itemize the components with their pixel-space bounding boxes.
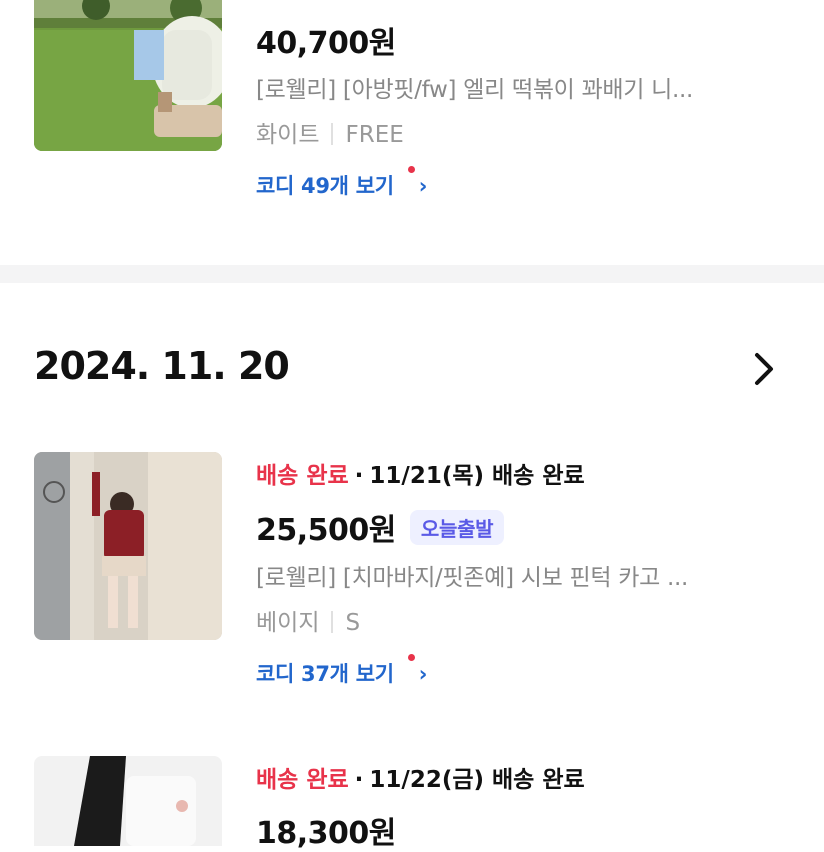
- product-thumbnail[interactable]: [34, 0, 222, 151]
- product-title[interactable]: [로웰리] [아방핏/fw] 엘리 떡볶이 꽈배기 니...: [256, 70, 693, 104]
- option-color: 베이지: [256, 610, 320, 636]
- section-divider: [0, 265, 824, 283]
- option-size: FREE: [345, 122, 404, 148]
- chevron-right-icon: ›: [418, 174, 428, 198]
- new-dot-icon: [408, 166, 415, 173]
- option-separator: [331, 123, 334, 145]
- status-label: 배송 완료: [256, 463, 349, 489]
- product-thumbnail[interactable]: [34, 452, 222, 640]
- product-option: 화이트 FREE: [256, 115, 404, 149]
- product-price: 25,500원: [256, 513, 396, 548]
- product-title[interactable]: [로웰리] [치마바지/핏존예] 시보 핀턱 카고 ...: [256, 558, 688, 592]
- coordi-label: 코디 37개 보기: [256, 662, 394, 686]
- order-date: 2024. 11. 20: [34, 344, 290, 388]
- product-price: 18,300원: [256, 816, 396, 851]
- option-size: S: [345, 610, 361, 636]
- delivery-status-line: 배송 완료 · 11/22(금) 배송 완료: [256, 767, 585, 793]
- delivery-date: 11/22(금) 배송 완료: [369, 767, 585, 793]
- status-label: 배송 완료: [256, 767, 349, 793]
- option-separator: [331, 611, 334, 633]
- new-dot-icon: [408, 654, 415, 661]
- coordi-label: 코디 49개 보기: [256, 174, 394, 198]
- same-day-shipping-badge: 오늘출발: [409, 510, 505, 545]
- chevron-right-icon[interactable]: [750, 349, 780, 389]
- chevron-right-icon: ›: [418, 662, 428, 686]
- delivery-status-line: 배송 완료 · 11/21(목) 배송 완료: [256, 463, 585, 489]
- product-thumbnail[interactable]: [34, 756, 222, 846]
- option-color: 화이트: [256, 122, 320, 148]
- coordi-link[interactable]: 코디 49개 보기 ›: [256, 166, 428, 200]
- product-price-row: 25,500원 오늘출발: [256, 505, 505, 549]
- coordi-link[interactable]: 코디 37개 보기 ›: [256, 654, 428, 688]
- delivery-date: 11/21(목) 배송 완료: [369, 463, 585, 489]
- product-option: 베이지 S: [256, 603, 360, 637]
- product-price: 40,700원: [256, 26, 396, 61]
